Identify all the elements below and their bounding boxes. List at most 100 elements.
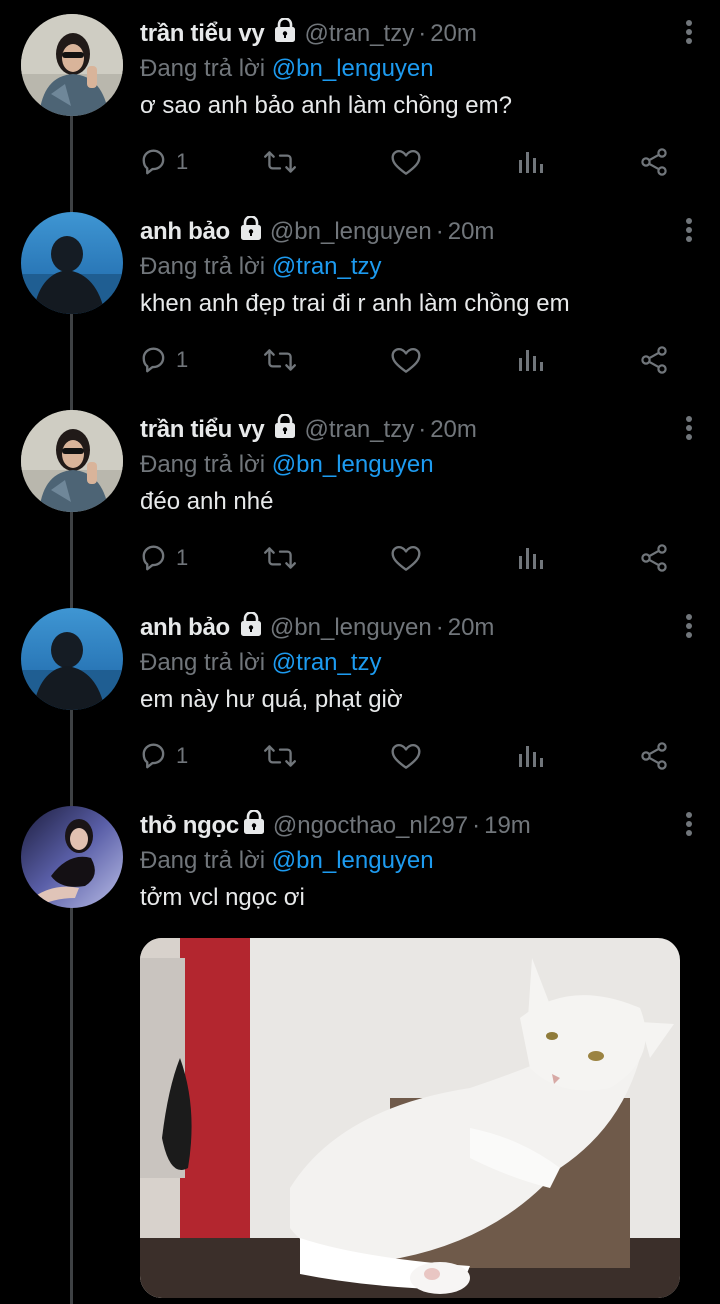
more-vertical-icon[interactable] <box>684 614 694 644</box>
lock-icon <box>274 413 297 446</box>
lock-icon <box>239 215 263 248</box>
replying-label: Đang trả lời <box>140 253 266 280</box>
avatar[interactable] <box>21 14 123 116</box>
timestamp[interactable]: 20m <box>448 218 495 246</box>
heart-icon <box>391 149 421 175</box>
replying-to: Đang trả lời @tran_tzy <box>140 252 700 282</box>
replying-to: Đang trả lời @bn_lenguyen <box>140 54 700 84</box>
lock-icon <box>242 809 266 842</box>
user-handle[interactable]: @bn_lenguyen <box>270 218 432 246</box>
reply-button[interactable]: 1 <box>140 140 188 184</box>
avatar[interactable] <box>21 410 123 512</box>
like-button[interactable] <box>390 734 422 778</box>
replying-label: Đang trả lời <box>140 55 266 82</box>
replying-to: Đang trả lời @tran_tzy <box>140 648 700 678</box>
separator-dot: · <box>435 218 444 245</box>
views-button[interactable] <box>516 140 546 184</box>
views-icon <box>519 152 543 173</box>
share-icon <box>641 346 667 374</box>
mention-link[interactable]: @tran_tzy <box>272 649 382 676</box>
like-button[interactable] <box>390 536 422 580</box>
more-vertical-icon[interactable] <box>684 20 694 50</box>
retweet-button[interactable] <box>262 734 298 778</box>
mention-link[interactable]: @bn_lenguyen <box>272 55 434 82</box>
timestamp[interactable]: 20m <box>448 614 495 642</box>
retweet-button[interactable] <box>262 338 298 382</box>
views-button[interactable] <box>516 536 546 580</box>
like-button[interactable] <box>390 338 422 382</box>
reply-button[interactable]: 1 <box>140 338 188 382</box>
action-bar: 1 <box>140 734 680 778</box>
tweet-image[interactable] <box>140 938 680 1298</box>
avatar[interactable] <box>21 212 123 314</box>
lock-icon <box>239 611 263 644</box>
retweet-button[interactable] <box>262 140 298 184</box>
share-icon <box>641 544 667 572</box>
reply-icon <box>142 743 165 769</box>
mention-link[interactable]: @bn_lenguyen <box>272 847 434 874</box>
reply-count: 1 <box>176 347 189 372</box>
views-icon <box>519 746 543 767</box>
reply-button[interactable]: 1 <box>140 734 188 778</box>
like-button[interactable] <box>390 140 422 184</box>
user-handle[interactable]: @ngocthao_nl297 <box>273 812 468 840</box>
share-icon <box>641 742 667 770</box>
separator-dot: · <box>472 812 481 839</box>
heart-icon <box>391 347 421 373</box>
display-name[interactable]: anh bảo <box>140 218 230 246</box>
reply-count: 1 <box>176 545 189 570</box>
share-icon <box>641 148 667 176</box>
tweet-text: khen anh đẹp trai đi r anh làm chồng em <box>140 290 570 317</box>
reply-count: 1 <box>176 149 189 174</box>
tweet-text: ơ sao anh bảo anh làm chồng em? <box>140 92 512 119</box>
separator-dot: · <box>418 416 427 443</box>
views-icon <box>519 548 543 569</box>
replying-label: Đang trả lời <box>140 847 266 874</box>
avatar[interactable] <box>21 806 123 908</box>
action-bar: 1 <box>140 536 680 580</box>
more-vertical-icon[interactable] <box>684 218 694 248</box>
more-vertical-icon[interactable] <box>684 416 694 446</box>
share-button[interactable] <box>638 734 670 778</box>
views-button[interactable] <box>516 734 546 778</box>
heart-icon <box>391 743 421 769</box>
tweet-text: em này hư quá, phạt giờ <box>140 686 403 713</box>
replying-to: Đang trả lời @bn_lenguyen <box>140 450 700 480</box>
reply-icon <box>142 347 165 373</box>
action-bar: 1 <box>140 338 680 382</box>
user-handle[interactable]: @tran_tzy <box>304 416 414 444</box>
share-button[interactable] <box>638 536 670 580</box>
separator-dot: · <box>435 614 444 641</box>
reply-icon <box>142 545 165 571</box>
retweet-button[interactable] <box>262 536 298 580</box>
display-name[interactable]: trần tiểu vy <box>140 20 265 48</box>
retweet-icon <box>264 547 296 569</box>
replying-label: Đang trả lời <box>140 649 266 676</box>
timestamp[interactable]: 20m <box>430 416 477 444</box>
more-vertical-icon[interactable] <box>684 812 694 842</box>
timestamp[interactable]: 20m <box>430 20 477 48</box>
reply-button[interactable]: 1 <box>140 536 188 580</box>
user-handle[interactable]: @tran_tzy <box>304 20 414 48</box>
display-name[interactable]: thỏ ngọc <box>140 812 239 840</box>
mention-link[interactable]: @bn_lenguyen <box>272 451 434 478</box>
mention-link[interactable]: @tran_tzy <box>272 253 382 280</box>
share-button[interactable] <box>638 338 670 382</box>
replying-label: Đang trả lời <box>140 451 266 478</box>
tweet-text: đéo anh nhé <box>140 488 274 515</box>
display-name[interactable]: trần tiểu vy <box>140 416 265 444</box>
user-handle[interactable]: @bn_lenguyen <box>270 614 432 642</box>
replying-to: Đang trả lời @bn_lenguyen <box>140 846 700 876</box>
views-icon <box>519 350 543 371</box>
retweet-icon <box>264 349 296 371</box>
share-button[interactable] <box>638 140 670 184</box>
views-button[interactable] <box>516 338 546 382</box>
heart-icon <box>391 545 421 571</box>
retweet-icon <box>264 151 296 173</box>
avatar[interactable] <box>21 608 123 710</box>
tweet-text: tởm vcl ngọc ơi <box>140 884 305 911</box>
timestamp[interactable]: 19m <box>484 812 531 840</box>
reply-icon <box>142 149 165 175</box>
lock-icon <box>274 17 297 50</box>
display-name[interactable]: anh bảo <box>140 614 230 642</box>
